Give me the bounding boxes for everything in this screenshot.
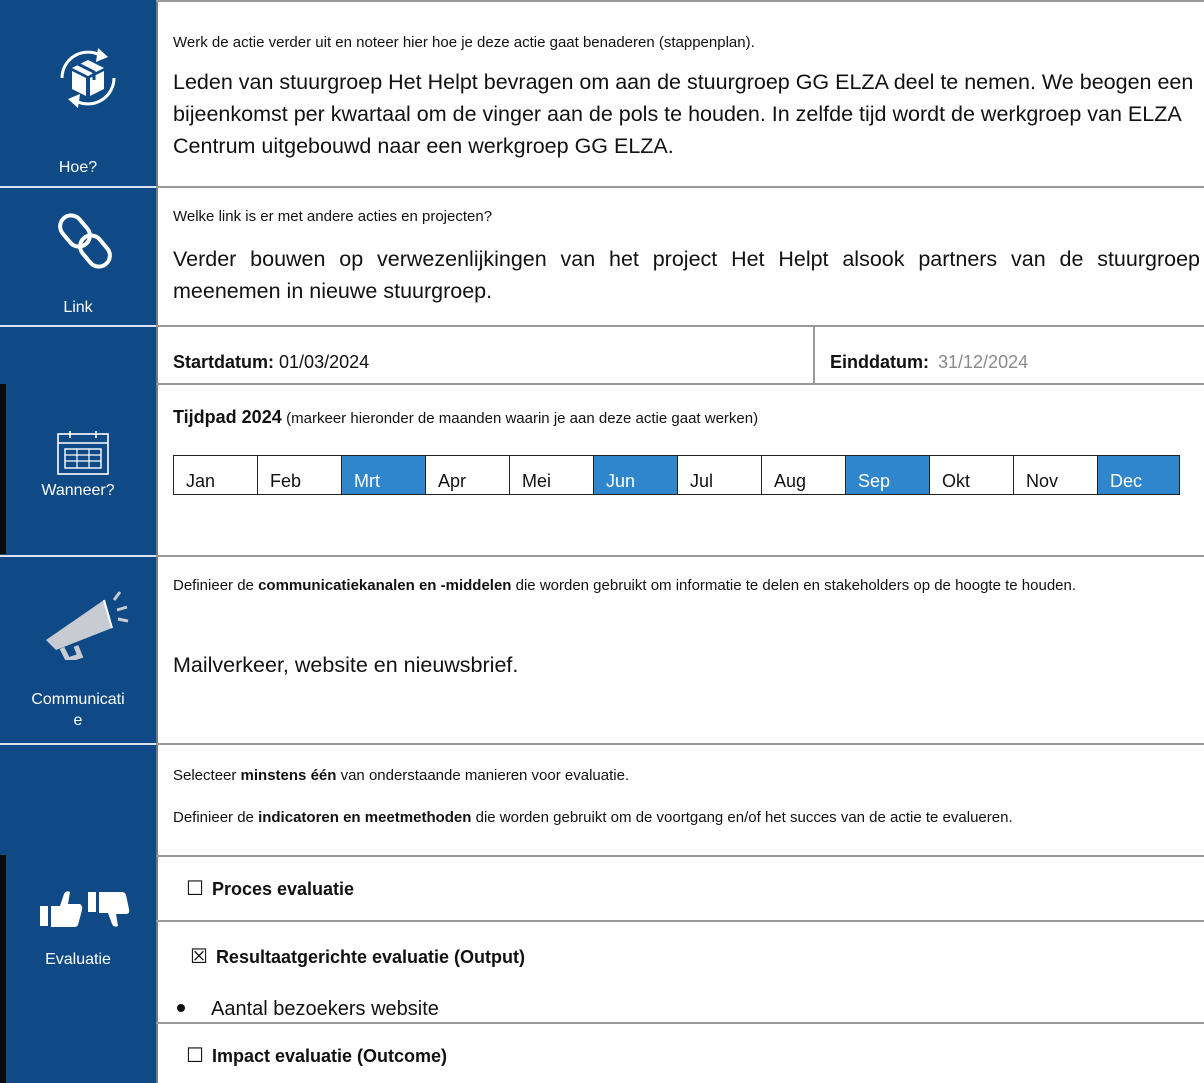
evaluatie-instruction-text: van onderstaande manieren voor evaluatie… xyxy=(336,767,630,784)
option-label: Impact evaluatie (Outcome) xyxy=(211,1046,448,1066)
sidebar-label-communicatie: Communicati e xyxy=(0,689,156,731)
sidebar-divider xyxy=(0,743,156,745)
timeline-note: (markeer hieronder de maanden waarin je … xyxy=(286,410,759,427)
row-divider xyxy=(156,743,1204,745)
evaluatie-definition-text: die worden gebruikt om de voortgang en/o… xyxy=(471,809,1013,826)
month-cell-feb[interactable]: Feb xyxy=(257,455,342,495)
month-label: Dec xyxy=(1110,471,1143,491)
evaluatie-definition: Definieer de indicatoren en meetmethoden… xyxy=(173,807,1174,829)
sidebar-label-hoe: Hoe? xyxy=(58,159,98,176)
thumbs-up-down-icon xyxy=(38,888,130,935)
evaluatie-instruction-text: Selecteer xyxy=(173,767,241,784)
end-date-value[interactable]: 31/12/2024 xyxy=(938,352,1028,372)
chain-link-icon xyxy=(58,212,114,277)
output-indicator-text: Aantal bezoekers website xyxy=(211,998,439,1020)
month-label: Nov xyxy=(1026,471,1059,491)
sidebar-label-link: Link xyxy=(63,299,93,316)
month-cell-apr[interactable]: Apr xyxy=(425,455,510,495)
month-label: Apr xyxy=(438,471,467,491)
row-divider xyxy=(156,920,1204,922)
bullet-icon xyxy=(177,1004,185,1013)
communicatie-question-bold: communicatiekanalen en -middelen xyxy=(258,577,512,594)
checkbox-checked-icon[interactable]: ☒ xyxy=(190,946,208,968)
start-date-value[interactable]: 01/03/2024 xyxy=(279,352,369,372)
sidebar-label-wanneer: Wanneer? xyxy=(41,482,115,499)
output-indicator-item: Aantal bezoekers website xyxy=(173,995,439,1023)
end-date-label: Einddatum: xyxy=(830,352,929,372)
month-cell-jul[interactable]: Jul xyxy=(677,455,762,495)
row-divider xyxy=(156,383,1204,385)
month-label: Jun xyxy=(606,471,636,491)
month-cell-dec[interactable]: Dec xyxy=(1097,455,1180,495)
evaluatie-definition-text: Definieer de xyxy=(173,809,259,826)
month-cell-sep[interactable]: Sep xyxy=(845,455,930,495)
row-divider xyxy=(156,855,1204,857)
checkbox-unchecked-icon[interactable]: ☐ xyxy=(186,878,204,900)
month-cell-mei[interactable]: Mei xyxy=(509,455,594,495)
box-cycle-icon xyxy=(48,38,128,123)
option-resultaat-evaluatie[interactable]: ☒ Resultaatgerichte evaluatie (Output) xyxy=(190,944,525,970)
month-cell-jan[interactable]: Jan xyxy=(173,455,258,495)
month-cell-nov[interactable]: Nov xyxy=(1013,455,1098,495)
sidebar-divider xyxy=(0,555,156,557)
link-question: Welke link is er met andere acties en pr… xyxy=(173,208,493,225)
sidebar-accent xyxy=(0,384,6,554)
option-impact-evaluatie[interactable]: ☐ Impact evaluatie (Outcome) xyxy=(186,1043,447,1069)
evaluatie-instruction: Selecteer minstens één van onderstaande … xyxy=(173,765,629,787)
start-date: Startdatum: 01/03/2024 xyxy=(173,342,369,382)
row-divider xyxy=(156,325,1204,327)
sidebar-divider xyxy=(0,186,156,188)
communicatie-question-text: die worden gebruikt om informatie te del… xyxy=(511,577,1077,594)
calendar-icon xyxy=(56,430,112,483)
option-label: Resultaatgerichte evaluatie (Output) xyxy=(215,947,525,967)
communicatie-answer: Mailverkeer, website en nieuwsbrief. xyxy=(173,653,519,677)
hoe-answer: Leden van stuurgroep Het Helpt bevragen … xyxy=(173,70,1194,158)
option-proces-evaluatie[interactable]: ☐ Proces evaluatie xyxy=(186,876,354,902)
row-divider xyxy=(156,0,1204,2)
date-cell-divider xyxy=(813,326,815,384)
month-label: Feb xyxy=(270,471,302,491)
month-label: Mei xyxy=(522,471,552,491)
link-answer: Verder bouwen op verwezenlijkingen van h… xyxy=(173,247,1200,303)
month-label: Mrt xyxy=(354,471,380,491)
sidebar-label-line: e xyxy=(73,712,83,729)
sidebar-divider xyxy=(0,325,156,327)
checkbox-unchecked-icon[interactable]: ☐ xyxy=(186,1045,204,1067)
month-label: Jan xyxy=(186,471,216,491)
evaluatie-instruction-bold: minstens één xyxy=(240,767,337,784)
row-divider xyxy=(156,555,1204,557)
sidebar-label-evaluatie: Evaluatie xyxy=(45,951,111,968)
sidebar-accent xyxy=(0,855,6,1083)
month-label: Aug xyxy=(774,471,807,491)
option-label: Proces evaluatie xyxy=(211,879,355,899)
evaluatie-definition-bold: indicatoren en meetmethoden xyxy=(258,809,472,826)
month-cell-okt[interactable]: Okt xyxy=(929,455,1014,495)
communicatie-question-text: Definieer de xyxy=(173,577,259,594)
timeline-heading: Tijdpad 2024 (markeer hieronder de maand… xyxy=(173,404,758,432)
month-cell-mrt[interactable]: Mrt xyxy=(341,455,426,495)
row-divider xyxy=(156,186,1204,188)
month-label: Jul xyxy=(690,471,714,491)
start-date-label: Startdatum: xyxy=(173,352,275,372)
month-label: Sep xyxy=(858,471,891,491)
month-cell-jun[interactable]: Jun xyxy=(593,455,678,495)
megaphone-icon xyxy=(42,588,132,665)
hoe-question: Werk de actie verder uit en noteer hier … xyxy=(173,34,755,51)
month-cell-aug[interactable]: Aug xyxy=(761,455,846,495)
sidebar-label-line: Communicati xyxy=(31,691,125,708)
timeline-title: Tijdpad 2024 xyxy=(173,407,282,427)
month-label: Okt xyxy=(942,471,971,491)
end-date: Einddatum: 31/12/2024 xyxy=(830,342,1028,382)
communicatie-question: Definieer de communicatiekanalen en -mid… xyxy=(173,575,1200,597)
month-grid: Jan Feb Mrt Apr Mei Jun Jul Aug Sep Okt Nov Dec xyxy=(173,455,1180,495)
